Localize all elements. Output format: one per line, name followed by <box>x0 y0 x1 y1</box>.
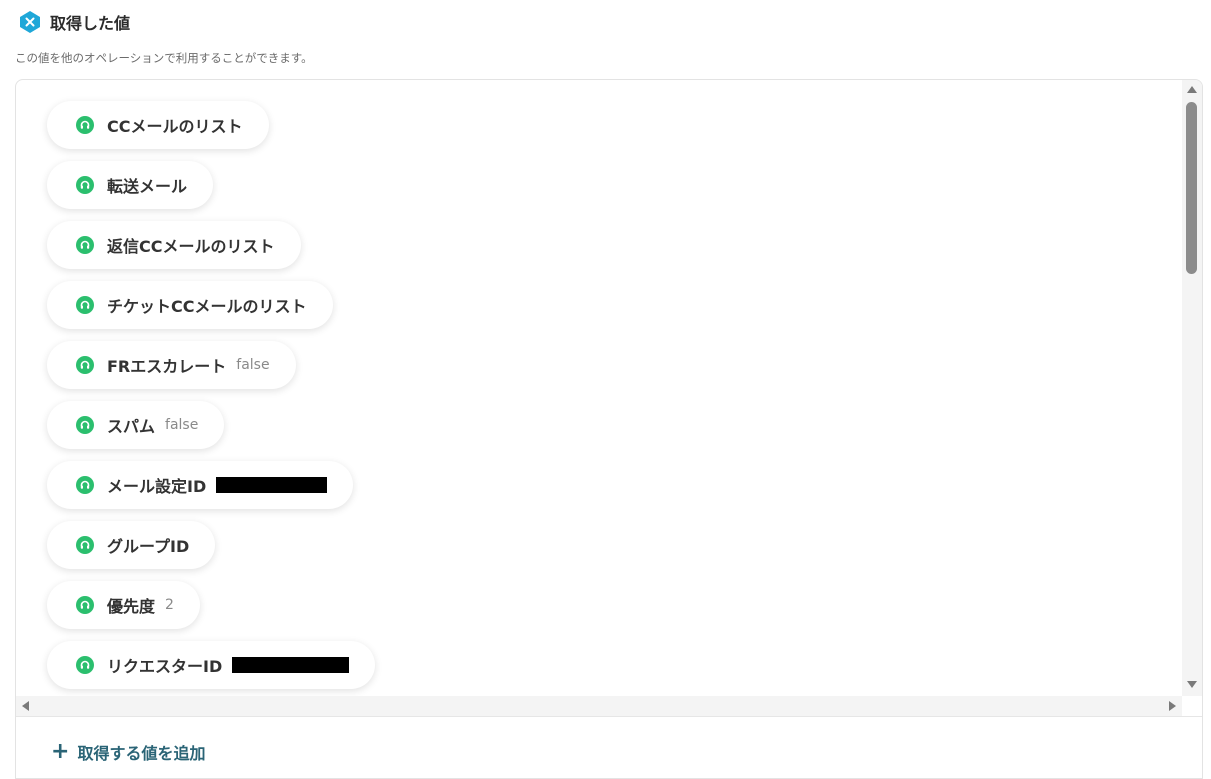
headset-icon <box>76 236 94 254</box>
values-panel: CCメールのリスト 転送メール返信CCメールのリストチケットCCメールのリスト FR… <box>15 79 1203 779</box>
headset-icon <box>76 476 94 494</box>
value-pill[interactable]: 転送メール <box>47 161 214 209</box>
value-label: FRエスカレート <box>107 357 227 376</box>
value-pill[interactable]: FRエスカレート false <box>47 341 296 389</box>
value-pill[interactable]: リクエスターID <box>47 641 376 689</box>
scroll-thumb[interactable] <box>1186 102 1197 274</box>
value-label: リクエスターID <box>107 657 223 676</box>
value-pill[interactable]: メール設定ID <box>47 461 354 509</box>
scroll-up-arrow-icon[interactable] <box>1187 86 1197 93</box>
value-label: 転送メール <box>107 177 188 196</box>
divider <box>16 716 1202 717</box>
scroll-right-arrow-icon[interactable] <box>1169 701 1176 711</box>
headset-icon <box>76 656 94 674</box>
add-value-label: 取得する値を追加 <box>77 744 206 763</box>
x-variable-icon <box>18 10 42 34</box>
value-pill[interactable]: グループID <box>47 521 216 569</box>
value-pill[interactable]: 優先度 2 <box>47 581 200 629</box>
values-list[interactable]: CCメールのリスト 転送メール返信CCメールのリストチケットCCメールのリスト FR… <box>16 80 1184 696</box>
value-text: false <box>236 357 270 373</box>
section-subtitle: この値を他のオペレーションで利用することができます。 <box>15 51 313 65</box>
value-label: グループID <box>107 537 190 556</box>
headset-icon <box>76 116 94 134</box>
value-label: 返信CCメールのリスト <box>107 237 275 256</box>
headset-icon <box>76 356 94 374</box>
section-title: 取得した値 <box>50 14 131 33</box>
headset-icon <box>76 596 94 614</box>
horizontal-scrollbar[interactable] <box>16 696 1184 716</box>
headset-icon <box>76 416 94 434</box>
value-label: CCメールのリスト <box>107 117 243 136</box>
redacted-value <box>232 657 350 673</box>
value-pill[interactable]: チケットCCメールのリスト <box>47 281 333 329</box>
plus-icon: + <box>51 739 70 764</box>
value-pill[interactable]: スパム false <box>47 401 225 449</box>
redacted-value <box>216 477 328 493</box>
scrollbar-corner <box>1182 696 1202 716</box>
headset-icon <box>76 296 94 314</box>
value-pill[interactable]: CCメールのリスト <box>47 101 269 149</box>
scroll-down-arrow-icon[interactable] <box>1187 681 1197 688</box>
scroll-left-arrow-icon[interactable] <box>22 701 29 711</box>
vertical-scrollbar[interactable] <box>1182 80 1202 696</box>
value-text: 2 <box>165 597 174 613</box>
value-label: 優先度 <box>107 597 156 616</box>
value-label: メール設定ID <box>107 477 207 496</box>
value-text: false <box>165 417 199 433</box>
headset-icon <box>76 536 94 554</box>
section-header: 取得した値 <box>18 10 130 34</box>
value-label: スパム <box>107 417 156 436</box>
headset-icon <box>76 176 94 194</box>
value-label: チケットCCメールのリスト <box>107 297 307 316</box>
value-pill[interactable]: 返信CCメールのリスト <box>47 221 301 269</box>
add-value-button[interactable]: + 取得する値を追加 <box>51 740 205 764</box>
